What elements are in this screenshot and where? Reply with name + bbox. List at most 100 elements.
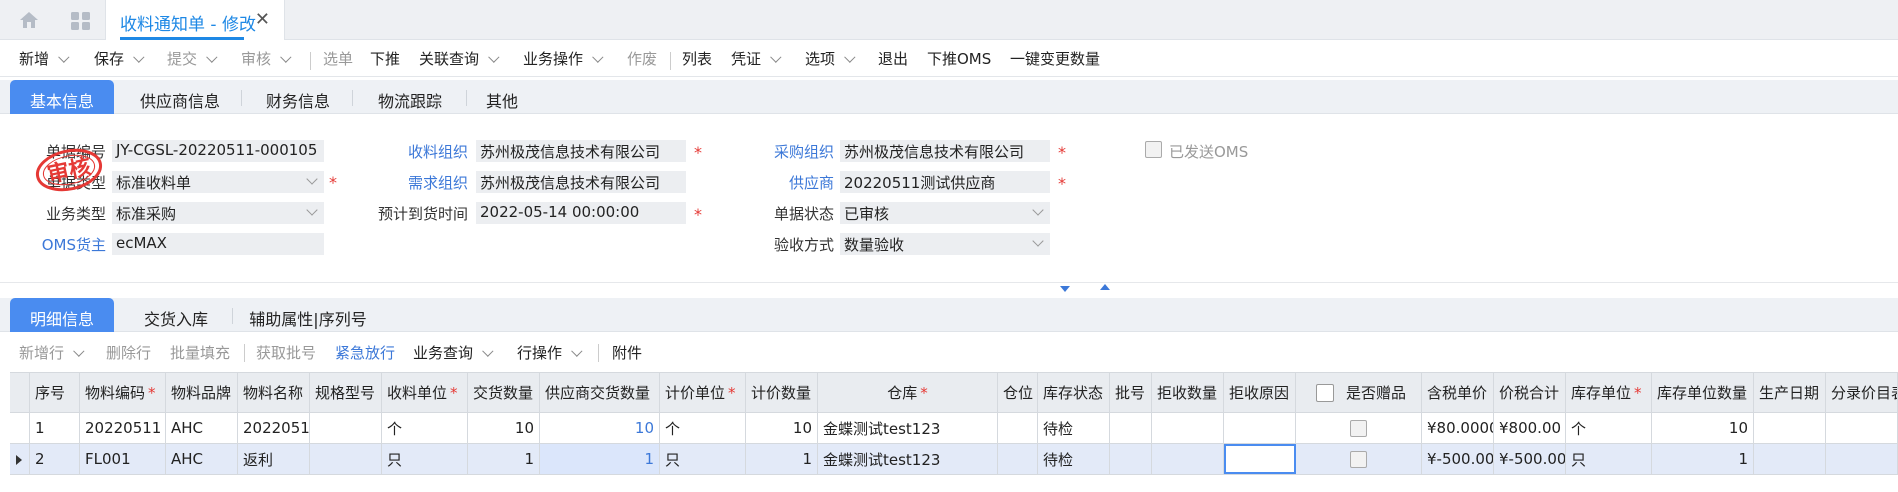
new-button[interactable]: 新增 xyxy=(19,48,70,69)
cell-warehouse[interactable]: 金蝶测试test123 xyxy=(818,444,998,474)
cell-stock-unit[interactable]: 个 xyxy=(1566,413,1652,443)
row-handle[interactable] xyxy=(10,444,30,474)
business-ops-button[interactable]: 业务操作 xyxy=(523,48,604,69)
biz-type-select[interactable]: 标准采购 xyxy=(112,202,324,224)
cell-price-unit[interactable]: 个 xyxy=(660,413,746,443)
collapse-down-icon[interactable] xyxy=(1060,286,1070,292)
cell-reject-qty[interactable] xyxy=(1152,444,1224,474)
column-header[interactable]: 拒收数量 xyxy=(1152,373,1224,412)
chevron-down-icon[interactable] xyxy=(488,51,500,63)
accept-select[interactable]: 数量验收 xyxy=(840,233,1050,255)
voucher-button[interactable]: 凭证 xyxy=(731,48,782,69)
demand-org-label[interactable]: 需求组织 xyxy=(372,172,468,193)
cell-stock-status[interactable]: 待检 xyxy=(1038,413,1110,443)
chevron-down-icon[interactable] xyxy=(306,173,318,185)
cell-supplier-qty[interactable]: 1 xyxy=(540,444,660,474)
biz-query-button[interactable]: 业务查询 xyxy=(413,342,494,363)
gift-checkbox[interactable] xyxy=(1350,419,1367,437)
column-header[interactable]: 拒收原因 xyxy=(1224,373,1296,412)
column-header[interactable]: 含税单价 xyxy=(1422,373,1494,412)
cell-warehouse[interactable]: 金蝶测试test123 xyxy=(818,413,998,443)
exit-button[interactable]: 退出 xyxy=(878,48,908,69)
panel-splitter[interactable] xyxy=(0,282,1898,292)
save-button[interactable]: 保存 xyxy=(94,48,145,69)
tab-supplier-info[interactable]: 供应商信息 xyxy=(124,80,236,114)
chevron-down-icon[interactable] xyxy=(592,51,604,63)
row-ops-button[interactable]: 行操作 xyxy=(517,342,583,363)
chevron-down-icon[interactable] xyxy=(206,51,218,63)
document-tab[interactable]: 收料通知单 - 修改 ✕ xyxy=(105,0,285,40)
cell-unit[interactable]: 个 xyxy=(382,413,468,443)
cell-stock-unit[interactable]: 只 xyxy=(1566,444,1652,474)
chevron-down-icon[interactable] xyxy=(482,345,494,357)
supplier-label[interactable]: 供应商 xyxy=(740,172,834,193)
cell-supplier-qty[interactable]: 10 xyxy=(540,413,660,443)
table-row[interactable]: 2 FL001 AHC 返利 只 1 1 只 1 金蝶测试test123 待检 … xyxy=(10,444,1898,475)
cell-price-list[interactable] xyxy=(1826,413,1898,443)
cell-location[interactable] xyxy=(998,444,1038,474)
table-row[interactable]: 1 20220511 AHC 20220511 个 10 10 个 10 金蝶测… xyxy=(10,413,1898,444)
home-icon[interactable] xyxy=(18,10,40,30)
attachment-button[interactable]: 附件 xyxy=(612,342,642,363)
cell-unit[interactable]: 只 xyxy=(382,444,468,474)
push-down-button[interactable]: 下推 xyxy=(370,48,400,69)
cell-batch[interactable] xyxy=(1110,444,1152,474)
column-header[interactable]: 分录价目表 xyxy=(1826,373,1898,412)
column-header[interactable]: 仓库 * xyxy=(818,373,998,412)
column-header[interactable]: 交货数量 xyxy=(468,373,540,412)
cell-material-code[interactable]: FL001 xyxy=(80,444,166,474)
cell-prod-date[interactable] xyxy=(1754,413,1826,443)
cell-location[interactable] xyxy=(998,413,1038,443)
column-header[interactable]: 库存单位数量 xyxy=(1652,373,1754,412)
cell-price-unit[interactable]: 只 xyxy=(660,444,746,474)
column-header[interactable]: 序号 xyxy=(30,373,80,412)
cell-stock-status[interactable]: 待检 xyxy=(1038,444,1110,474)
options-button[interactable]: 选项 xyxy=(805,48,856,69)
recv-org-label[interactable]: 收料组织 xyxy=(372,141,468,162)
column-header[interactable]: 物料品牌 xyxy=(166,373,238,412)
column-header[interactable]: 是否赠品 xyxy=(1296,373,1422,412)
delete-row-button[interactable]: 删除行 xyxy=(106,342,151,363)
chevron-down-icon[interactable] xyxy=(1032,235,1044,247)
cell-price-list[interactable] xyxy=(1826,444,1898,474)
column-header[interactable]: 计价单位 * xyxy=(660,373,746,412)
chevron-down-icon[interactable] xyxy=(73,345,85,357)
sent-oms-checkbox[interactable] xyxy=(1145,141,1162,158)
chevron-down-icon[interactable] xyxy=(770,51,782,63)
cell-reject-reason[interactable] xyxy=(1224,444,1296,474)
column-header[interactable]: 价税合计 xyxy=(1494,373,1566,412)
status-select[interactable]: 已审核 xyxy=(840,202,1050,224)
column-header[interactable]: 物料编码 * xyxy=(80,373,166,412)
chevron-down-icon[interactable] xyxy=(844,51,856,63)
tab-finance-info[interactable]: 财务信息 xyxy=(246,80,350,114)
chevron-down-icon[interactable] xyxy=(280,51,292,63)
column-header[interactable]: 物料名称 xyxy=(238,373,310,412)
column-header[interactable]: 批号 xyxy=(1110,373,1152,412)
oms-owner-label[interactable]: OMS货主 xyxy=(30,234,106,255)
cell-prod-date[interactable] xyxy=(1754,444,1826,474)
gift-checkbox[interactable] xyxy=(1350,450,1367,468)
batch-change-qty-button[interactable]: 一键变更数量 xyxy=(1010,48,1100,69)
collapse-up-icon[interactable] xyxy=(1100,284,1110,290)
related-query-button[interactable]: 关联查询 xyxy=(419,48,500,69)
tab-aux-serial[interactable]: 辅助属性|序列号 xyxy=(238,298,378,332)
push-oms-button[interactable]: 下推OMS xyxy=(927,48,991,69)
cell-reject-qty[interactable] xyxy=(1152,413,1224,443)
row-handle[interactable] xyxy=(10,413,30,443)
column-header[interactable]: 生产日期 xyxy=(1754,373,1826,412)
supplier-field[interactable]: 20220511测试供应商 xyxy=(840,171,1050,193)
column-header[interactable]: 仓位 xyxy=(998,373,1038,412)
tab-detail-info[interactable]: 明细信息 xyxy=(10,298,114,332)
select-bill-button[interactable]: 选单 xyxy=(323,48,353,69)
urgent-release-button[interactable]: 紧急放行 xyxy=(335,342,395,363)
batch-fill-button[interactable]: 批量填充 xyxy=(170,342,230,363)
chevron-down-icon[interactable] xyxy=(571,345,583,357)
recv-org-field[interactable]: 苏州极茂信息技术有限公司 xyxy=(476,140,686,162)
add-row-button[interactable]: 新增行 xyxy=(19,342,85,363)
cell-material-code[interactable]: 20220511 xyxy=(80,413,166,443)
submit-button[interactable]: 提交 xyxy=(167,48,218,69)
column-header[interactable]: 收料单位 * xyxy=(382,373,468,412)
audit-button[interactable]: 审核 xyxy=(241,48,292,69)
oms-owner-field[interactable]: ecMAX xyxy=(112,233,324,255)
purchase-org-field[interactable]: 苏州极茂信息技术有限公司 xyxy=(840,140,1050,162)
